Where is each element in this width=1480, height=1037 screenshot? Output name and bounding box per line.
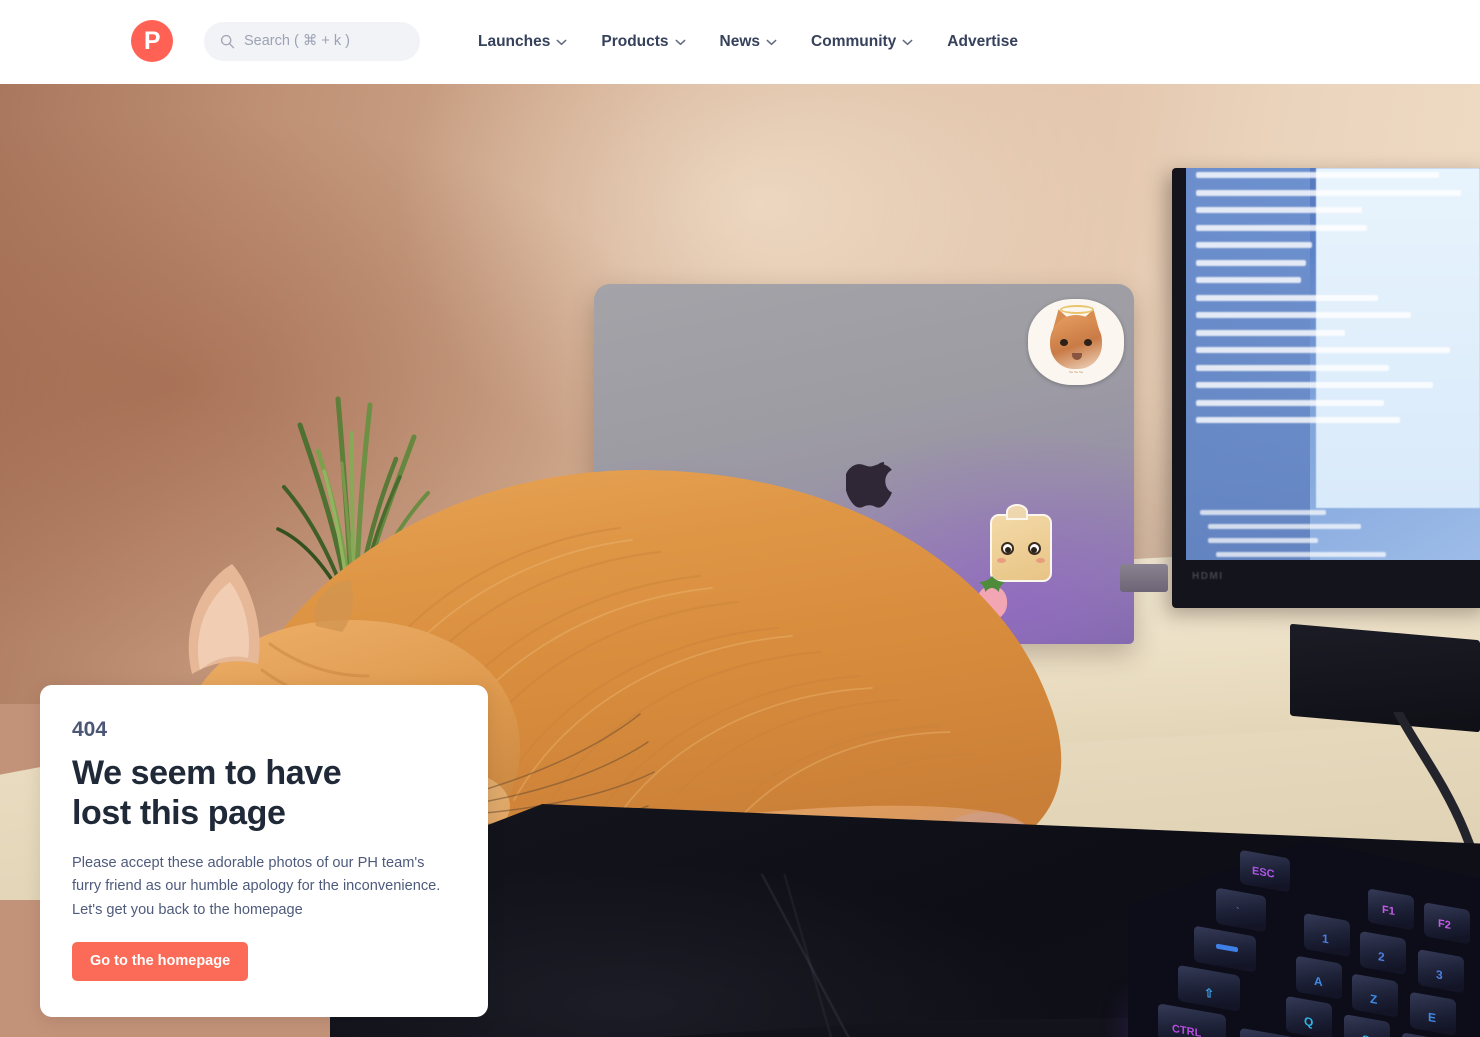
svg-text:3: 3 xyxy=(1436,967,1443,982)
svg-text:`: ` xyxy=(1236,906,1240,919)
nav-item-launches[interactable]: Launches xyxy=(478,34,567,50)
error-description: Please accept these adorable photos of o… xyxy=(72,854,441,918)
rgb-mechanical-keyboard: ESC F1 F2 ` 1 2 3 A Z E ⇧ Q CTRL xyxy=(1128,828,1480,1037)
nav-label: Advertise xyxy=(947,33,1018,51)
nav-item-advertise[interactable]: Advertise xyxy=(947,34,1018,50)
svg-text:Q: Q xyxy=(1304,1014,1313,1030)
cat-face-sticker: ~~~ xyxy=(1028,299,1124,385)
svg-text:1: 1 xyxy=(1322,931,1329,946)
chevron-down-icon xyxy=(902,39,913,45)
chevron-down-icon xyxy=(556,39,567,45)
monitor-layer-tree xyxy=(1200,510,1474,560)
go-to-homepage-button[interactable]: Go to the homepage xyxy=(72,942,249,981)
monitor-hdmi-label: HDMI xyxy=(1192,571,1224,582)
error-title: We seem to have lost this page xyxy=(72,754,342,832)
main-nav: Launches Products News Community Adverti… xyxy=(478,0,1018,84)
monitor-screen xyxy=(1186,168,1480,560)
monitor-layer-list xyxy=(1196,172,1472,435)
nav-label: Products xyxy=(601,33,669,51)
nav-label: News xyxy=(719,33,761,51)
error-card: 404 We seem to have lost this page Pleas… xyxy=(40,685,488,1017)
search-input[interactable]: Search ( ⌘ + k ) xyxy=(204,22,420,61)
nav-item-products[interactable]: Products xyxy=(601,34,685,50)
nav-label: Launches xyxy=(478,33,551,51)
chevron-down-icon xyxy=(766,39,777,45)
page-root: P Search ( ⌘ + k ) Launches Products New… xyxy=(0,0,1480,1037)
search-placeholder: Search ( ⌘ + k ) xyxy=(244,33,350,50)
svg-text:A: A xyxy=(1314,974,1323,989)
error-code: 404 xyxy=(72,718,108,741)
search-icon xyxy=(220,34,235,49)
svg-text:⇧: ⇧ xyxy=(1204,985,1214,1001)
site-header: P Search ( ⌘ + k ) Launches Products New… xyxy=(0,0,1480,84)
nav-item-community[interactable]: Community xyxy=(811,34,913,50)
logo-letter: P xyxy=(143,26,161,55)
svg-text:E: E xyxy=(1428,1010,1436,1025)
svg-text:F1: F1 xyxy=(1382,904,1395,918)
product-hunt-logo[interactable]: P xyxy=(131,20,173,62)
nav-label: Community xyxy=(811,33,897,51)
svg-text:2: 2 xyxy=(1378,949,1385,964)
svg-text:Z: Z xyxy=(1370,992,1378,1007)
mousepad-texture xyxy=(600,874,1020,1037)
svg-text:F2: F2 xyxy=(1438,918,1451,932)
nav-item-news[interactable]: News xyxy=(720,34,778,50)
svg-text:S: S xyxy=(1362,1032,1370,1037)
chevron-down-icon xyxy=(675,39,685,45)
